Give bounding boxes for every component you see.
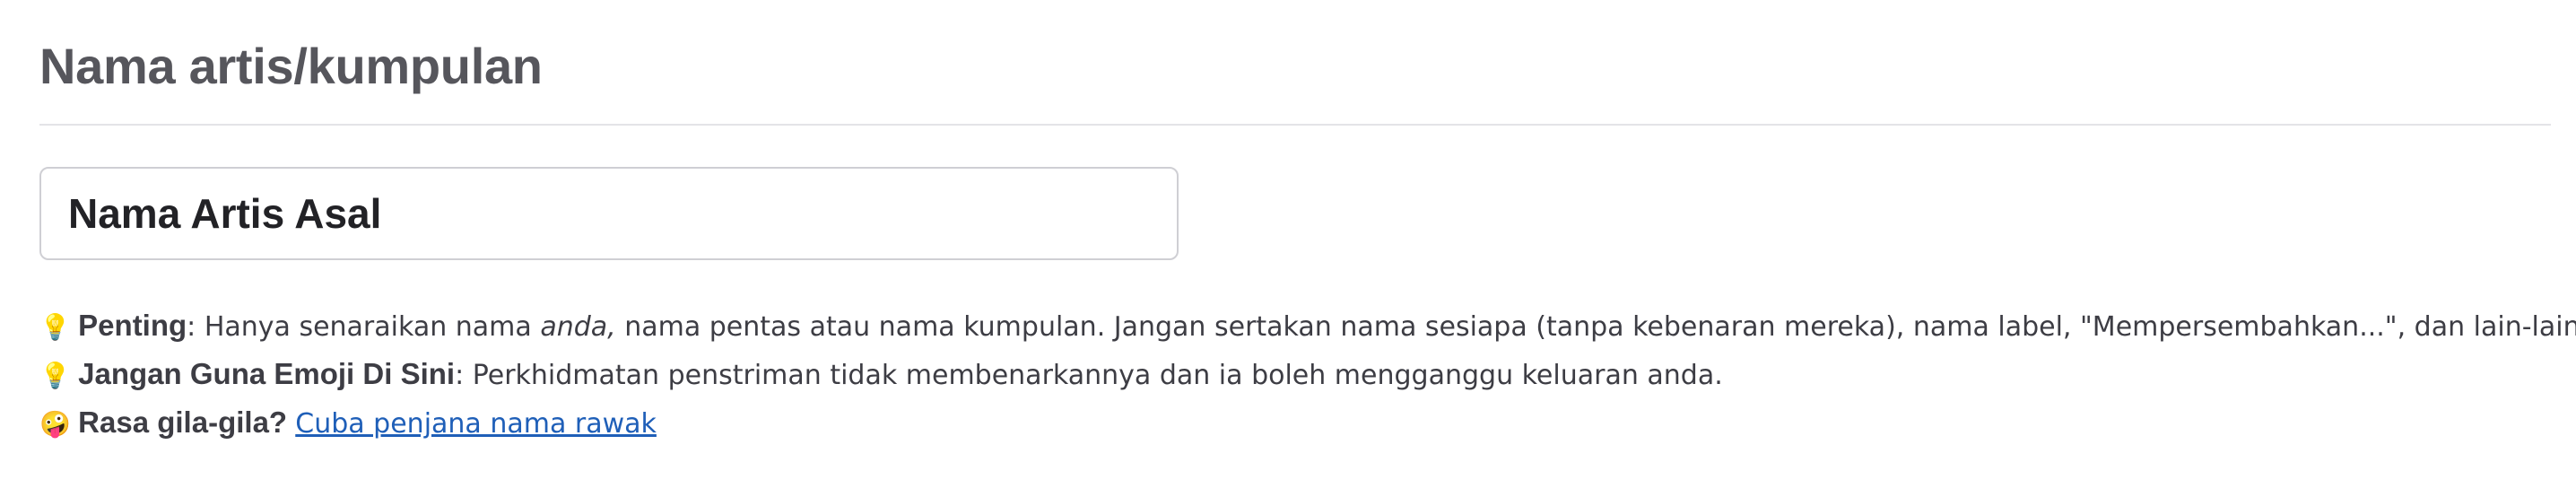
zany-face-icon: 🤪	[39, 410, 71, 438]
hint-no-emoji-label: Jangan Guna Emoji Di Sini	[78, 357, 456, 390]
hint-important-text-after: nama pentas atau nama kumpulan. Jangan s…	[615, 311, 2576, 343]
hint-random-label: Rasa gila-gila?	[78, 405, 288, 439]
lightbulb-icon: 💡	[39, 313, 71, 341]
hint-important-label: Penting	[78, 309, 187, 342]
hint-random-name: 🤪 Rasa gila-gila? Cuba penjana nama rawa…	[39, 398, 2551, 447]
section-divider	[39, 124, 2551, 126]
section-title: Nama artis/kumpulan	[39, 38, 543, 94]
hint-no-emoji-text: : Perkhidmatan penstriman tidak membenar…	[455, 360, 1723, 391]
lightbulb-icon: 💡	[39, 362, 71, 389]
hint-no-emoji: 💡 Jangan Guna Emoji Di Sini: Perkhidmata…	[39, 350, 2551, 398]
random-name-generator-link[interactable]: Cuba penjana nama rawak	[295, 408, 657, 440]
hint-important-text-before: : Hanya senaraikan nama	[187, 311, 541, 343]
hint-important: 💡 Penting: Hanya senaraikan nama anda, n…	[39, 301, 2576, 350]
hint-important-emphasis: anda,	[540, 311, 616, 343]
hint-list: 💡 Penting: Hanya senaraikan nama anda, n…	[39, 301, 2576, 447]
artist-name-input[interactable]	[39, 167, 1179, 260]
